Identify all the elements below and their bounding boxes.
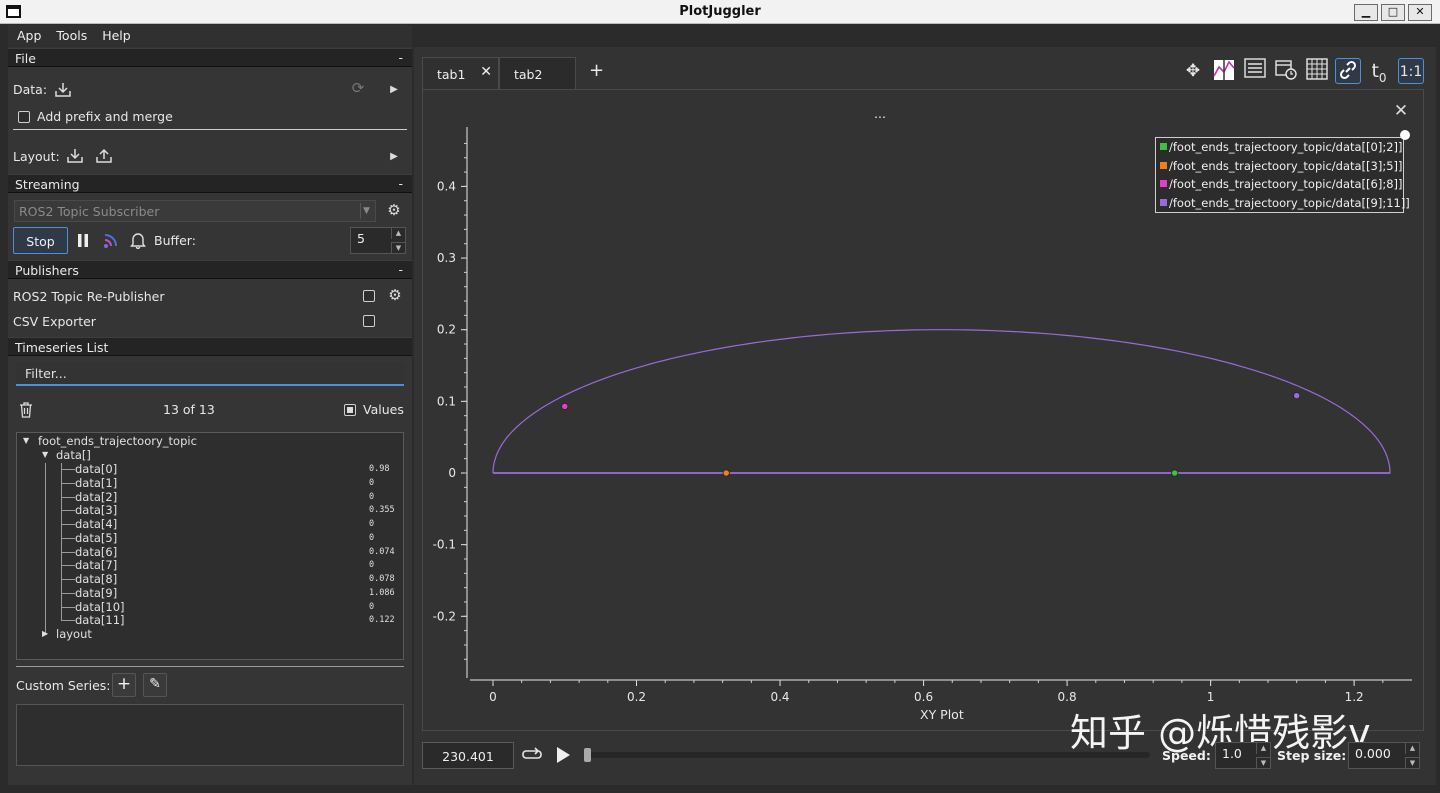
series-point-marker [1171,469,1179,477]
y-tick-label: 0 [448,466,456,480]
legend-label: /foot_ends_trajectoory_topic/data[[0];2]… [1169,140,1403,154]
spin-down-icon[interactable]: ▼ [1256,757,1270,768]
current-time-field[interactable]: 230.401 [422,742,514,769]
legend-swatch [1160,143,1167,150]
legend-swatch [1160,180,1167,187]
legend-drag-handle[interactable] [1400,130,1410,140]
x-tick-label: 0.2 [627,690,646,704]
series-point-marker [722,469,730,477]
legend-item[interactable]: /foot_ends_trajectoory_topic/data[[0];2]… [1160,140,1402,157]
speed-label: Speed: [1162,748,1211,763]
timeline-knob[interactable] [584,748,591,762]
step-size-value: 0.000 [1355,746,1391,761]
legend-label: /foot_ends_trajectoory_topic/data[[3];5]… [1169,158,1403,173]
legend-label: /foot_ends_trajectoory_topic/data[[6];8]… [1169,177,1403,191]
plot-legend[interactable]: /foot_ends_trajectoory_topic/data[[0];2]… [1155,137,1410,213]
y-tick-label: -0.1 [433,538,456,552]
x-tick-label: 0.4 [770,690,789,704]
y-tick-label: 0.2 [437,323,456,337]
y-tick-label: 0.1 [437,394,456,408]
legend-item[interactable]: /foot_ends_trajectoory_topic/data[[9];11… [1160,196,1410,213]
plot-xlabel: XY Plot [920,707,964,722]
x-tick-label: 0 [489,690,497,704]
series-point-marker [561,402,569,410]
x-tick-label: 0.6 [914,690,933,704]
spin-down-icon[interactable]: ▼ [1405,757,1419,768]
spin-up-icon[interactable]: ▲ [1256,743,1270,754]
legend-item[interactable]: /foot_ends_trajectoory_topic/data[[3];5]… [1160,159,1402,176]
y-tick-label: -0.2 [433,609,456,623]
y-tick-label: 0.3 [437,251,456,265]
loop-icon[interactable] [521,746,543,767]
legend-item[interactable]: /foot_ends_trajectoory_topic/data[[6];8]… [1160,177,1402,194]
legend-swatch [1160,198,1167,206]
timeline-slider[interactable] [584,748,1150,762]
legend-swatch [1160,161,1167,169]
speed-spinbox[interactable]: 1.0 ▲ ▼ [1215,742,1271,769]
speed-value: 1.0 [1222,746,1242,761]
xy-plot-canvas[interactable]: 0.40.30.20.10-0.1-0.20 0.2 0.4 0.6 0.8 1 1.2 [0,0,1440,793]
y-tick-label: 0.4 [437,179,456,193]
step-size-label: Step size: [1277,748,1347,763]
series-point-marker [1293,392,1301,400]
spin-up-icon[interactable]: ▲ [1405,743,1419,754]
trajectory-curve [492,329,1391,474]
play-icon[interactable] [553,746,573,767]
legend-label: /foot_ends_trajectoory_topic/data[[9];11… [1169,195,1410,210]
step-size-spinbox[interactable]: 0.000 ▲ ▼ [1348,742,1420,769]
